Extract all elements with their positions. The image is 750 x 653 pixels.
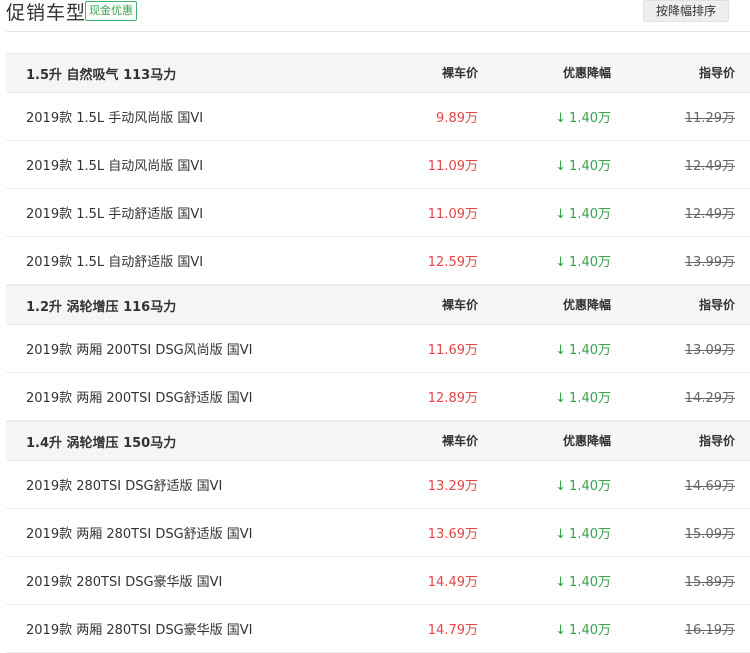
net-price: 13.29万 <box>427 479 478 494</box>
msrp-price: 12.49万 <box>684 159 735 174</box>
msrp-price: 13.99万 <box>684 255 735 270</box>
table-row[interactable]: 2019款 1.5L 自动风尚版 国VI 11.09万 ↓ 1.40万 12.49… <box>6 141 750 189</box>
arrow-down-icon: ↓ <box>555 159 567 174</box>
table-row[interactable]: 2019款 两厢 280TSI DSG豪华版 国VI 14.79万 ↓ 1.40万… <box>6 605 750 653</box>
table-row[interactable]: 2019款 两厢 280TSI DSG舒适版 国VI 13.69万 ↓ 1.40万… <box>6 509 750 557</box>
model-name: 2019款 1.5L 自动舒适版 国VI <box>26 255 204 270</box>
col-header-msrp: 指导价 <box>698 298 735 312</box>
net-price: 11.09万 <box>427 207 478 222</box>
sort-by-discount-button[interactable]: 按降幅排序 <box>643 0 729 22</box>
discount-value: ↓ 1.40万 <box>555 527 611 542</box>
group-header: 1.2升 涡轮增压 116马力 裸车价 优惠降幅 指导价 <box>6 285 750 325</box>
arrow-down-icon: ↓ <box>555 623 567 638</box>
msrp-price: 16.19万 <box>684 623 735 638</box>
table-row[interactable]: 2019款 两厢 200TSI DSG舒适版 国VI 12.89万 ↓ 1.40万… <box>6 373 750 421</box>
col-header-msrp: 指导价 <box>698 434 735 448</box>
promo-table: 1.5升 自然吸气 113马力 裸车价 优惠降幅 指导价 2019款 1.5L … <box>6 53 750 653</box>
arrow-down-icon: ↓ <box>555 527 567 542</box>
model-name: 2019款 1.5L 手动风尚版 国VI <box>26 111 204 126</box>
msrp-price: 13.09万 <box>684 343 735 358</box>
group-title: 1.5升 自然吸气 113马力 <box>26 68 177 83</box>
discount-value: ↓ 1.40万 <box>555 479 611 494</box>
discount-value: ↓ 1.40万 <box>555 343 611 358</box>
col-header-price: 裸车价 <box>441 66 478 80</box>
msrp-price: 15.09万 <box>684 527 735 542</box>
model-name: 2019款 280TSI DSG豪华版 国VI <box>26 575 223 590</box>
discount-value: ↓ 1.40万 <box>555 255 611 270</box>
group-title: 1.4升 涡轮增压 150马力 <box>26 436 177 451</box>
discount-value: ↓ 1.40万 <box>555 623 611 638</box>
table-row[interactable]: 2019款 两厢 200TSI DSG风尚版 国VI 11.69万 ↓ 1.40万… <box>6 325 750 373</box>
model-name: 2019款 两厢 280TSI DSG豪华版 国VI <box>26 623 253 638</box>
promo-header: 促销车型 现金优惠 按降幅排序 <box>0 0 750 30</box>
model-name: 2019款 280TSI DSG舒适版 国VI <box>26 479 223 494</box>
msrp-price: 15.89万 <box>684 575 735 590</box>
net-price: 12.59万 <box>427 255 478 270</box>
discount-value: ↓ 1.40万 <box>555 391 611 406</box>
col-header-price: 裸车价 <box>441 298 478 312</box>
group-header: 1.5升 自然吸气 113马力 裸车价 优惠降幅 指导价 <box>6 53 750 93</box>
net-price: 11.09万 <box>427 159 478 174</box>
model-name: 2019款 两厢 200TSI DSG风尚版 国VI <box>26 343 253 358</box>
arrow-down-icon: ↓ <box>555 255 567 270</box>
msrp-price: 14.69万 <box>684 479 735 494</box>
col-header-discount: 优惠降幅 <box>562 66 611 80</box>
msrp-price: 11.29万 <box>684 111 735 126</box>
group-title: 1.2升 涡轮增压 116马力 <box>26 300 177 315</box>
arrow-down-icon: ↓ <box>555 111 567 126</box>
arrow-down-icon: ↓ <box>555 207 567 222</box>
net-price: 14.49万 <box>427 575 478 590</box>
model-name: 2019款 两厢 200TSI DSG舒适版 国VI <box>26 391 253 406</box>
discount-value: ↓ 1.40万 <box>555 207 611 222</box>
arrow-down-icon: ↓ <box>555 575 567 590</box>
msrp-price: 12.49万 <box>684 207 735 222</box>
cash-discount-badge: 现金优惠 <box>85 1 137 21</box>
net-price: 12.89万 <box>427 391 478 406</box>
net-price: 13.69万 <box>427 527 478 542</box>
col-header-price: 裸车价 <box>441 434 478 448</box>
arrow-down-icon: ↓ <box>555 479 567 494</box>
table-row[interactable]: 2019款 1.5L 自动舒适版 国VI 12.59万 ↓ 1.40万 13.99… <box>6 237 750 285</box>
table-row[interactable]: 2019款 1.5L 手动舒适版 国VI 11.09万 ↓ 1.40万 12.49… <box>6 189 750 237</box>
arrow-down-icon: ↓ <box>555 343 567 358</box>
model-name: 2019款 1.5L 手动舒适版 国VI <box>26 207 204 222</box>
header-divider <box>6 31 750 32</box>
col-header-discount: 优惠降幅 <box>562 298 611 312</box>
discount-value: ↓ 1.40万 <box>555 159 611 174</box>
net-price: 11.69万 <box>427 343 478 358</box>
group-header: 1.4升 涡轮增压 150马力 裸车价 优惠降幅 指导价 <box>6 421 750 461</box>
discount-value: ↓ 1.40万 <box>555 111 611 126</box>
table-row[interactable]: 2019款 1.5L 手动风尚版 国VI 9.89万 ↓ 1.40万 11.29万 <box>6 93 750 141</box>
msrp-price: 14.29万 <box>684 391 735 406</box>
col-header-discount: 优惠降幅 <box>562 434 611 448</box>
arrow-down-icon: ↓ <box>555 391 567 406</box>
net-price: 9.89万 <box>436 111 478 126</box>
model-name: 2019款 1.5L 自动风尚版 国VI <box>26 159 204 174</box>
table-row[interactable]: 2019款 280TSI DSG舒适版 国VI 13.29万 ↓ 1.40万 14… <box>6 461 750 509</box>
discount-value: ↓ 1.40万 <box>555 575 611 590</box>
col-header-msrp: 指导价 <box>698 66 735 80</box>
page-title: 促销车型 <box>6 2 87 24</box>
table-row[interactable]: 2019款 280TSI DSG豪华版 国VI 14.49万 ↓ 1.40万 15… <box>6 557 750 605</box>
model-name: 2019款 两厢 280TSI DSG舒适版 国VI <box>26 527 253 542</box>
net-price: 14.79万 <box>427 623 478 638</box>
